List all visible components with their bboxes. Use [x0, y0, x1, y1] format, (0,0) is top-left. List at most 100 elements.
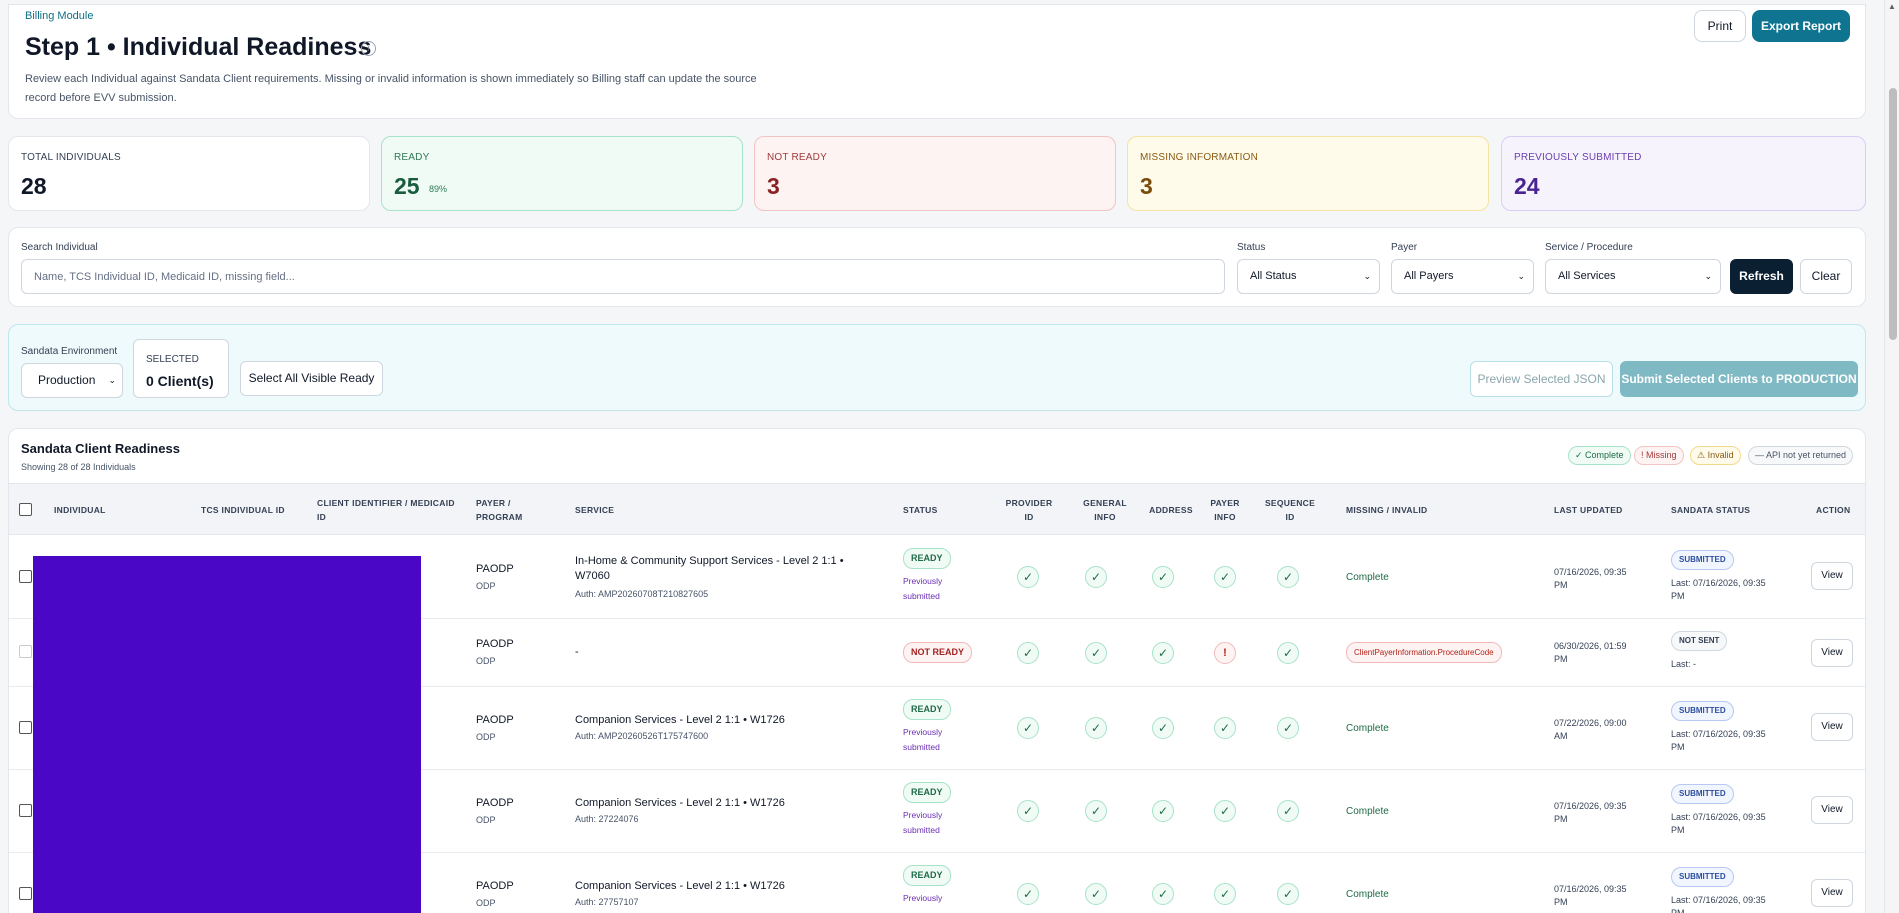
col-payer[interactable]: PAYER / PROGRAM — [476, 484, 536, 536]
page-header: Billing Module Step 1 • Individual Readi… — [8, 4, 1866, 119]
check-icon: ✓ — [1277, 883, 1299, 905]
view-button[interactable]: View — [1811, 562, 1853, 590]
col-client-id[interactable]: CLIENT IDENTIFIER / MEDICAID ID — [317, 484, 457, 536]
print-button[interactable]: Print — [1694, 10, 1746, 42]
row-checkbox[interactable] — [19, 645, 32, 658]
status-badge: NOT READY — [903, 642, 973, 663]
status-badge: READY — [903, 699, 951, 720]
scroll-thumb[interactable] — [1889, 88, 1897, 340]
payer-select[interactable]: All Payers ⌄ — [1391, 259, 1534, 294]
col-service[interactable]: SERVICE — [575, 484, 635, 536]
missing-invalid-text: Complete — [1346, 572, 1389, 583]
row-checkbox[interactable] — [19, 887, 32, 900]
stat-value: 25 — [394, 173, 420, 199]
col-missing-invalid[interactable]: MISSING / INVALID — [1346, 484, 1466, 536]
row-checkbox[interactable] — [19, 721, 32, 734]
program-name: ODP — [476, 815, 496, 825]
filter-bar: Search Individual Status All Status ⌄ Pa… — [8, 227, 1866, 307]
check-icon: ✓ — [1085, 642, 1107, 664]
view-button[interactable]: View — [1811, 713, 1853, 741]
check-icon: ✓ — [1152, 717, 1174, 739]
page-title: Step 1 • Individual Readiness — [25, 33, 372, 61]
row-checkbox[interactable] — [19, 570, 32, 583]
environment-label: Sandata Environment — [21, 346, 118, 357]
page-description: Review each Individual against Sandata C… — [25, 73, 757, 104]
missing-invalid-text: Complete — [1346, 806, 1389, 817]
col-tcs-id[interactable]: TCS INDIVIDUAL ID — [201, 484, 301, 536]
payer-name: PAODP — [476, 880, 514, 892]
sandata-last: Last: 07/16/2026, 09:35 PM — [1671, 578, 1766, 601]
auth-id: Auth: 27224076 — [575, 814, 639, 824]
view-button[interactable]: View — [1811, 879, 1853, 907]
check-icon: ✓ — [1017, 717, 1039, 739]
breadcrumb-module[interactable]: Billing Module — [25, 10, 93, 22]
col-individual[interactable]: INDIVIDUAL — [54, 484, 154, 536]
check-icon: ✓ — [1017, 642, 1039, 664]
service-select-value: All Services — [1558, 270, 1616, 282]
page: Billing Module Step 1 • Individual Readi… — [0, 0, 1882, 913]
check-icon: ✓ — [1152, 800, 1174, 822]
status-label: Status — [1237, 242, 1266, 253]
chevron-down-icon: ⌄ — [1704, 271, 1712, 281]
status-select-value: All Status — [1250, 270, 1297, 282]
environment-bar: Sandata Environment Production ⌄ SELECTE… — [8, 324, 1866, 411]
col-provider-id[interactable]: PROVIDER ID — [1004, 484, 1054, 536]
select-all-checkbox[interactable] — [19, 503, 32, 516]
chevron-down-icon: ⌄ — [1517, 271, 1525, 281]
refresh-button[interactable]: Refresh — [1730, 259, 1793, 294]
legend-complete: ✓ Complete — [1568, 446, 1631, 465]
table-subtitle: Showing 28 of 28 Individuals — [21, 462, 136, 472]
status-select[interactable]: All Status ⌄ — [1237, 259, 1380, 294]
col-sequence-id[interactable]: SEQUENCE ID — [1262, 484, 1318, 536]
col-payer-info[interactable]: PAYER INFO — [1205, 484, 1245, 536]
info-icon[interactable]: i — [361, 41, 376, 56]
service-name: - — [575, 646, 579, 658]
sandata-last: Last: - — [1671, 659, 1697, 669]
stat-value: 3 — [767, 173, 780, 199]
check-icon: ✓ — [1277, 566, 1299, 588]
clear-button[interactable]: Clear — [1800, 259, 1852, 294]
missing-field-chip: ClientPayerInformation.ProcedureCode — [1346, 642, 1502, 663]
row-checkbox[interactable] — [19, 804, 32, 817]
stat-percent: 89% — [429, 184, 448, 194]
check-icon: ✓ — [1277, 717, 1299, 739]
check-icon: ✓ — [1085, 883, 1107, 905]
col-action[interactable]: ACTION — [1816, 484, 1856, 536]
service-select[interactable]: All Services ⌄ — [1545, 259, 1721, 294]
payer-select-value: All Payers — [1404, 270, 1454, 282]
export-report-button[interactable]: Export Report — [1752, 10, 1850, 42]
chevron-down-icon: ⌄ — [108, 375, 116, 385]
select-all-visible-ready-button[interactable]: Select All Visible Ready — [240, 361, 383, 396]
chevron-down-icon: ⌄ — [1363, 271, 1371, 281]
submit-to-production-button[interactable]: Submit Selected Clients to PRODUCTION — [1620, 361, 1858, 397]
stat-not-ready: NOT READY 3 — [754, 136, 1116, 211]
col-status[interactable]: STATUS — [903, 484, 963, 536]
auth-id: Auth: 27757107 — [575, 897, 639, 907]
status-badge: READY — [903, 548, 951, 569]
missing-invalid-text: Complete — [1346, 889, 1389, 900]
legend-missing: ! Missing — [1634, 446, 1684, 465]
stat-missing-information: MISSING INFORMATION 3 — [1127, 136, 1489, 211]
view-button[interactable]: View — [1811, 796, 1853, 824]
scroll-up-icon[interactable]: ▲ — [1888, 2, 1896, 11]
view-button[interactable]: View — [1811, 639, 1853, 667]
check-icon: ✓ — [1017, 883, 1039, 905]
check-icon: ✓ — [1085, 800, 1107, 822]
last-updated: 07/16/2026, 09:35 PM — [1554, 801, 1627, 824]
payer-label: Payer — [1391, 242, 1418, 253]
stat-previously-submitted: PREVIOUSLY SUBMITTED 24 — [1501, 136, 1866, 211]
col-general-info[interactable]: GENERAL INFO — [1080, 484, 1130, 536]
payer-name: PAODP — [476, 638, 514, 650]
stat-value: 28 — [21, 173, 47, 199]
search-input[interactable] — [21, 259, 1225, 294]
environment-select[interactable]: Production ⌄ — [21, 363, 123, 398]
program-name: ODP — [476, 732, 496, 742]
sandata-last: Last: 07/16/2026, 09:35 PM — [1671, 812, 1766, 835]
col-sandata-status[interactable]: SANDATA STATUS — [1671, 484, 1771, 536]
col-last-updated[interactable]: LAST UPDATED — [1554, 484, 1644, 536]
stat-label: PREVIOUSLY SUBMITTED — [1514, 152, 1642, 163]
service-name: Companion Services - Level 2 1:1 • W1726 — [575, 880, 785, 892]
col-address[interactable]: ADDRESS — [1143, 484, 1199, 536]
preview-selected-json-button[interactable]: Preview Selected JSON — [1470, 361, 1613, 397]
vertical-scrollbar[interactable]: ▲ — [1884, 0, 1899, 913]
